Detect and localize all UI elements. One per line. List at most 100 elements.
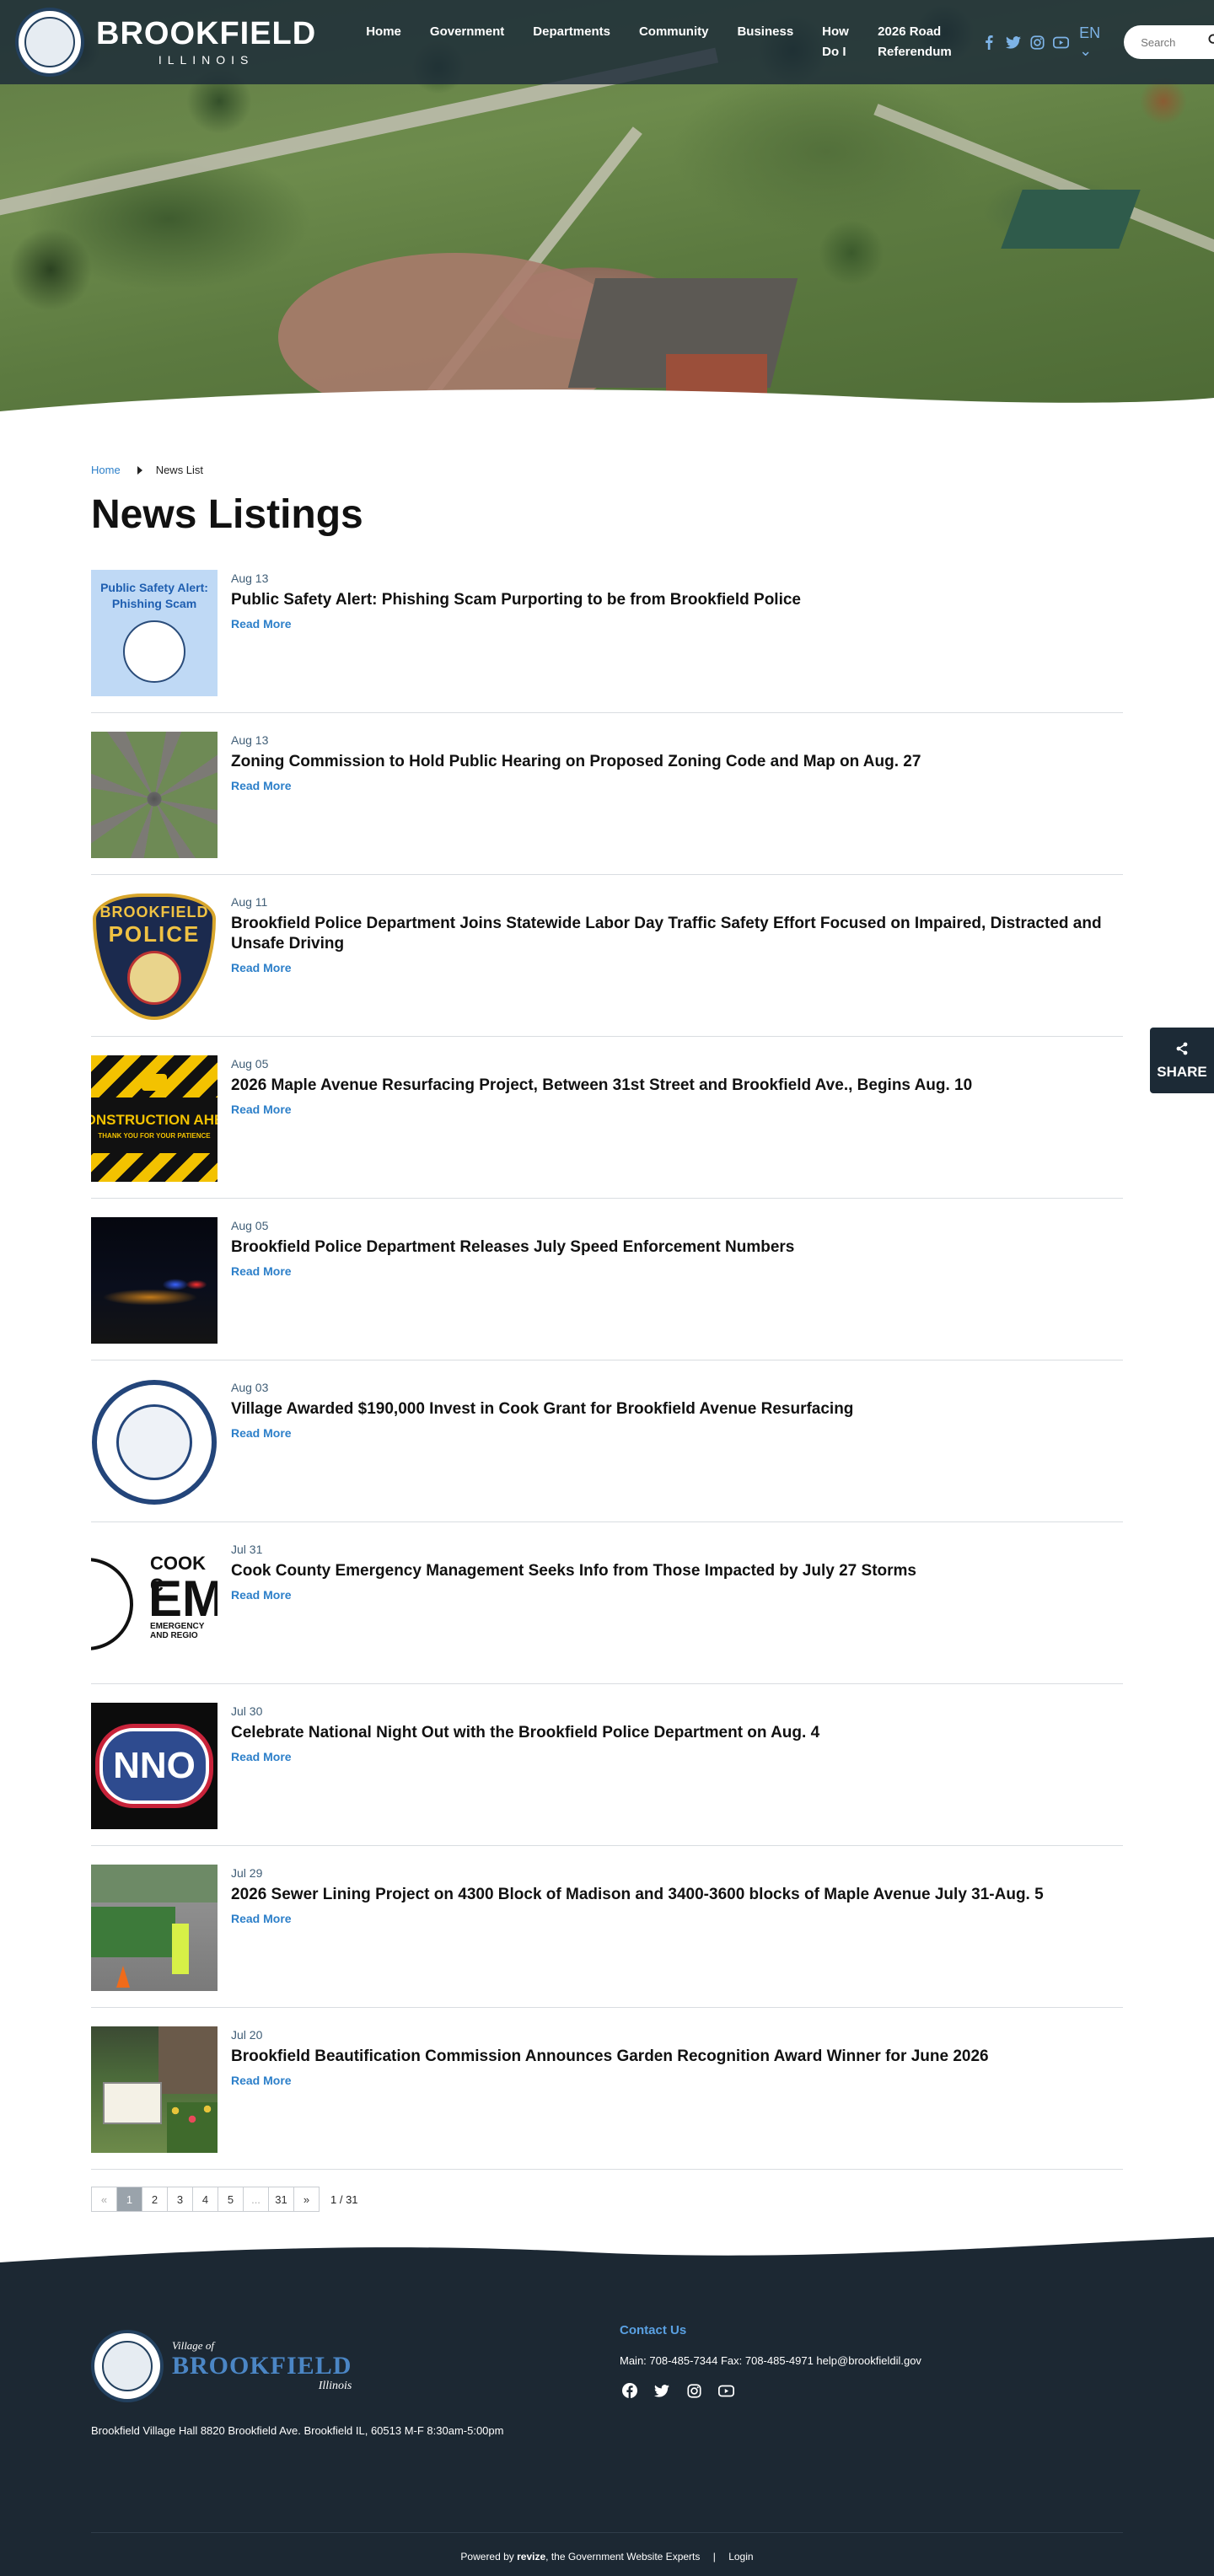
news-title[interactable]: Village Awarded $190,000 Invest in Cook … (231, 1399, 853, 1419)
read-more-link[interactable]: Read More (231, 961, 292, 974)
pagination-page[interactable]: 2 (142, 2187, 168, 2212)
news-thumbnail[interactable] (91, 1379, 218, 1505)
facebook-icon[interactable] (620, 2380, 640, 2401)
nav-business[interactable]: Business (722, 22, 808, 62)
pagination-page[interactable]: 1 (116, 2187, 142, 2212)
police-badge-icon: BROOKFIELD POLICE (93, 894, 216, 1020)
read-more-link[interactable]: Read More (231, 1750, 292, 1763)
brand-name: BROOKFIELD (96, 16, 317, 51)
brand-state: ILLINOIS (158, 53, 255, 67)
news-title[interactable]: Zoning Commission to Hold Public Hearing… (231, 752, 921, 772)
read-more-link[interactable]: Read More (231, 1426, 292, 1440)
footer-address: Brookfield Village Hall 8820 Brookfield … (91, 2424, 504, 2437)
site-footer: Village of BROOKFIELD Illinois Brookfiel… (0, 2237, 1214, 2576)
news-thumbnail[interactable]: BROOKFIELD POLICE (91, 894, 218, 1020)
news-item: COOK C EM EMERGENCY AND REGIO Jul 31 Cook… (91, 1522, 1123, 1684)
news-title[interactable]: Public Safety Alert: Phishing Scam Purpo… (231, 590, 801, 610)
read-more-link[interactable]: Read More (231, 1588, 292, 1602)
read-more-link[interactable]: Read More (231, 1264, 292, 1278)
read-more-link[interactable]: Read More (231, 2074, 292, 2087)
pagination-page[interactable]: 5 (218, 2187, 244, 2212)
news-thumbnail[interactable]: CONSTRUCTION AHEA THANK YOU FOR YOUR PAT… (91, 1055, 218, 1182)
pagination-page[interactable]: 3 (167, 2187, 193, 2212)
pagination: « 1 2 3 4 5 ... 31 » 1 / 31 (91, 2187, 1123, 2212)
search-input[interactable] (1141, 35, 1209, 49)
nav-community[interactable]: Community (625, 22, 723, 62)
nav-how-do-i[interactable]: How Do I (808, 22, 863, 62)
main-nav: Home Government Departments Community Bu… (352, 22, 964, 62)
site-logo[interactable]: BROOKFIELD ILLINOIS (15, 8, 316, 77)
nav-home[interactable]: Home (352, 22, 416, 62)
pagination-page[interactable]: 31 (268, 2187, 294, 2212)
footer-social (620, 2380, 921, 2401)
header-social: EN ⌄ (980, 24, 1124, 60)
news-thumbnail[interactable]: COOK C EM EMERGENCY AND REGIO (91, 1541, 218, 1667)
village-seal-icon (92, 1380, 217, 1505)
news-title[interactable]: Brookfield Police Department Joins State… (231, 914, 1108, 954)
hero-wave (0, 389, 1214, 421)
news-date: Aug 13 (231, 572, 269, 585)
nav-road-referendum[interactable]: 2026 Road Referendum (863, 22, 964, 62)
instagram-icon[interactable] (684, 2380, 704, 2401)
pagination-ellipsis: ... (243, 2187, 269, 2212)
nav-departments[interactable]: Departments (518, 22, 625, 62)
site-header: BROOKFIELD ILLINOIS Home Government Depa… (0, 0, 1214, 84)
instagram-icon[interactable] (1028, 31, 1047, 53)
pagination-prev[interactable]: « (91, 2187, 117, 2212)
news-title[interactable]: Brookfield Beautification Commission Ann… (231, 2047, 989, 2067)
search-box[interactable] (1124, 25, 1214, 59)
news-date: Jul 31 (231, 1543, 263, 1556)
login-link[interactable]: Login (728, 2551, 753, 2563)
search-icon[interactable] (1208, 34, 1214, 51)
news-thumbnail[interactable] (91, 732, 218, 858)
news-thumbnail[interactable]: NNO (91, 1703, 218, 1829)
twitter-icon[interactable] (1004, 31, 1023, 53)
news-item: Public Safety Alert: Phishing Scam Aug 1… (91, 570, 1123, 713)
news-title[interactable]: Cook County Emergency Management Seeks I… (231, 1561, 916, 1581)
news-item: Aug 05 Brookfield Police Department Rele… (91, 1199, 1123, 1360)
news-date: Aug 03 (231, 1381, 269, 1394)
read-more-link[interactable]: Read More (231, 1912, 292, 1925)
pagination-next[interactable]: » (293, 2187, 320, 2212)
footer-logo[interactable]: Village of BROOKFIELD Illinois (91, 2330, 503, 2402)
breadcrumb-home[interactable]: Home (91, 464, 121, 476)
news-date: Jul 29 (231, 1866, 263, 1880)
news-item: Aug 03 Village Awarded $190,000 Invest i… (91, 1360, 1123, 1522)
read-more-link[interactable]: Read More (231, 617, 292, 631)
contact-heading: Contact Us (620, 2323, 687, 2337)
footer-divider (91, 2532, 1123, 2533)
news-title[interactable]: Celebrate National Night Out with the Br… (231, 1723, 819, 1743)
hero-pavilion (1001, 190, 1141, 249)
news-item: BROOKFIELD POLICE Aug 11 Brookfield Poli… (91, 875, 1123, 1037)
news-title[interactable]: 2026 Maple Avenue Resurfacing Project, B… (231, 1076, 972, 1096)
page-title: News Listings (91, 492, 363, 537)
read-more-link[interactable]: Read More (231, 1103, 292, 1116)
facebook-icon[interactable] (980, 31, 999, 53)
revize-link[interactable]: revize (517, 2551, 545, 2563)
youtube-icon[interactable] (1052, 31, 1072, 53)
contact-details[interactable]: Main: 708-485-7344 Fax: 708-485-4971 hel… (620, 2354, 921, 2367)
footer-bottom: Powered by revize, the Government Websit… (460, 2551, 754, 2563)
share-label: SHARE (1157, 1063, 1207, 1080)
news-title[interactable]: Brookfield Police Department Releases Ju… (231, 1237, 794, 1258)
news-thumbnail[interactable] (91, 1865, 218, 1991)
nav-government[interactable]: Government (416, 22, 518, 62)
language-selector[interactable]: EN ⌄ (1079, 24, 1112, 60)
news-item: Jul 20 Brookfield Beautification Commiss… (91, 2008, 1123, 2170)
twitter-icon[interactable] (652, 2380, 672, 2401)
footer-wave (0, 2237, 1214, 2288)
news-item: Aug 13 Zoning Commission to Hold Public … (91, 713, 1123, 875)
news-thumbnail[interactable] (91, 2026, 218, 2153)
village-seal-icon (123, 620, 185, 683)
news-thumbnail[interactable]: Public Safety Alert: Phishing Scam (91, 570, 218, 696)
read-more-link[interactable]: Read More (231, 779, 292, 792)
youtube-icon[interactable] (716, 2380, 736, 2401)
pagination-page[interactable]: 4 (192, 2187, 218, 2212)
news-date: Aug 05 (231, 1057, 269, 1071)
news-thumbnail[interactable] (91, 1217, 218, 1344)
barrier-icon (142, 1074, 167, 1091)
share-button[interactable]: SHARE (1150, 1028, 1214, 1093)
breadcrumb-current: News List (155, 464, 204, 476)
share-icon (1175, 1041, 1189, 1060)
news-title[interactable]: 2026 Sewer Lining Project on 4300 Block … (231, 1885, 1044, 1905)
